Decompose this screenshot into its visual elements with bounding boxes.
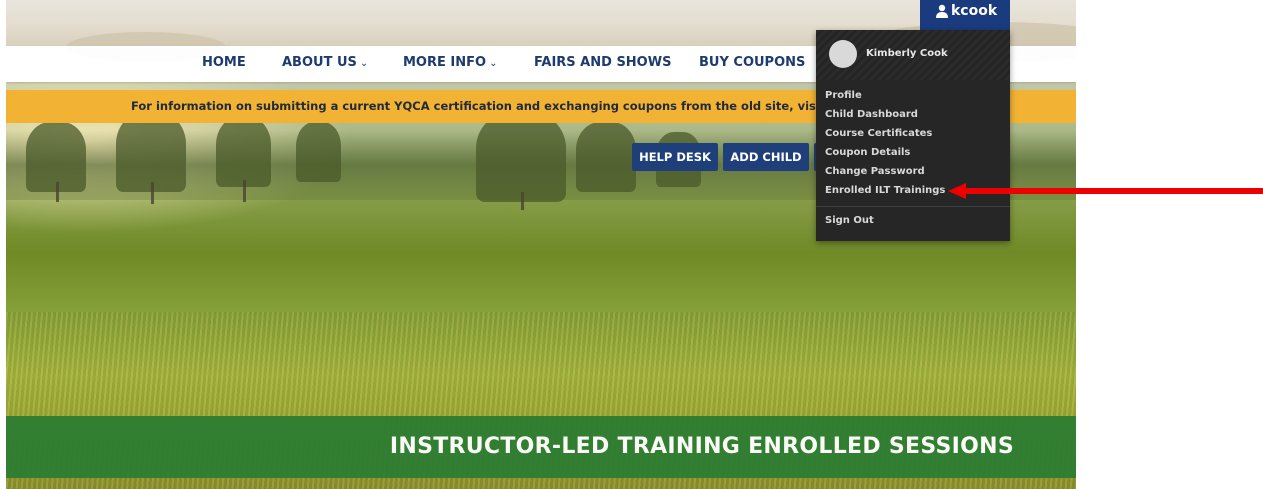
menu-item-coupon-details[interactable]: Coupon Details [825,147,910,158]
nav-more-info[interactable]: MORE INFO ⌄ [403,55,497,70]
username: kcook [951,3,998,19]
menu-divider [816,206,1010,207]
nav-about-us[interactable]: ABOUT US ⌄ [282,55,368,70]
menu-item-profile[interactable]: Profile [825,90,862,101]
page-title: INSTRUCTOR-LED TRAINING ENROLLED SESSION… [389,434,1014,459]
menu-item-sign-out[interactable]: Sign Out [825,215,874,226]
help-desk-button[interactable]: HELP DESK [632,143,718,171]
user-full-name: Kimberly Cook [866,48,948,59]
menu-item-change-password[interactable]: Change Password [825,166,925,177]
user-icon [936,4,948,18]
avatar [829,40,857,68]
nav-fairs-and-shows[interactable]: FAIRS AND SHOWS [534,55,671,70]
menu-item-course-certificates[interactable]: Course Certificates [825,128,932,139]
nav-home[interactable]: HOME [202,55,246,70]
menu-item-child-dashboard[interactable]: Child Dashboard [825,109,918,120]
red-arrow-icon [948,183,1263,199]
user-dropdown-menu: Kimberly Cook Profile Child Dashboard Co… [816,30,1010,241]
banner-text: For information on submitting a current … [131,99,864,113]
nav-buy-coupons[interactable]: BUY COUPONS [699,55,805,70]
page-title-band: INSTRUCTOR-LED TRAINING ENROLLED SESSION… [6,416,1076,478]
chevron-down-icon: ⌄ [359,58,369,69]
chevron-down-icon: ⌄ [489,58,498,69]
add-child-button[interactable]: ADD CHILD [723,143,809,171]
user-account-tab[interactable]: kcook [920,0,1010,30]
menu-item-enrolled-ilt-trainings[interactable]: Enrolled ILT Trainings [825,185,945,196]
menu-user-header: Kimberly Cook [816,30,1010,80]
